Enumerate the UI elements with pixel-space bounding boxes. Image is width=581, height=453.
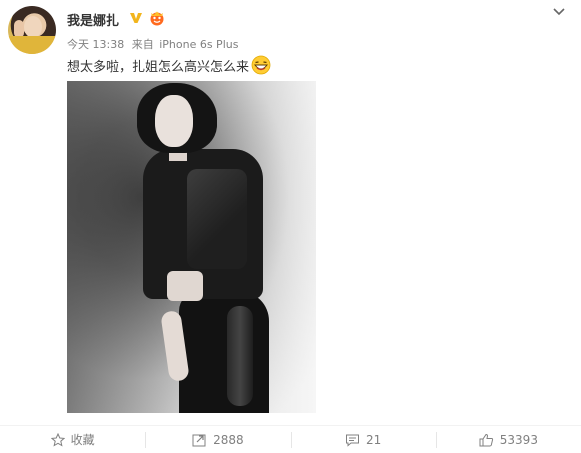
post-source-prefix: 来自 bbox=[131, 38, 154, 51]
chevron-down-icon[interactable] bbox=[552, 4, 566, 18]
comment-count: 21 bbox=[365, 432, 382, 447]
repost-count: 2888 bbox=[213, 432, 244, 447]
post-device[interactable]: iPhone 6s Plus bbox=[159, 38, 238, 51]
verified-badge-icon[interactable] bbox=[129, 11, 143, 25]
repost-icon bbox=[192, 434, 206, 446]
vip-crown-icon[interactable] bbox=[148, 10, 166, 26]
avatar-face bbox=[24, 16, 42, 38]
repost-button[interactable]: 2888 bbox=[145, 426, 290, 453]
post-time[interactable]: 今天 13:38 bbox=[67, 38, 124, 51]
post-image[interactable] bbox=[67, 81, 316, 413]
avatar[interactable] bbox=[8, 6, 56, 54]
avatar-hat bbox=[8, 36, 56, 54]
photo-face bbox=[155, 95, 193, 147]
like-count: 53393 bbox=[499, 432, 538, 447]
star-icon bbox=[50, 432, 65, 447]
favorite-button[interactable]: 收藏 bbox=[0, 426, 145, 453]
comment-button[interactable]: 21 bbox=[290, 426, 436, 453]
thumbs-up-icon bbox=[479, 433, 493, 446]
comment-icon bbox=[345, 434, 359, 447]
photo-waist bbox=[167, 271, 203, 301]
post-text: 想太多啦，扎姐怎么高兴怎么来 bbox=[67, 55, 271, 75]
favorite-label: 收藏 bbox=[70, 433, 95, 447]
post-text-content: 想太多啦，扎姐怎么高兴怎么来 bbox=[67, 59, 250, 75]
post-meta: 今天 13:38 来自 iPhone 6s Plus bbox=[67, 36, 242, 52]
action-bar: 收藏 2888 21 53393 bbox=[0, 426, 581, 453]
like-button[interactable]: 53393 bbox=[435, 426, 581, 453]
username[interactable]: 我是娜扎 bbox=[67, 10, 119, 29]
photo-jacket-highlight bbox=[187, 169, 247, 269]
photo-pants-highlight bbox=[227, 306, 253, 406]
photo-pants bbox=[179, 291, 269, 413]
laughing-emoji-icon bbox=[251, 55, 271, 75]
